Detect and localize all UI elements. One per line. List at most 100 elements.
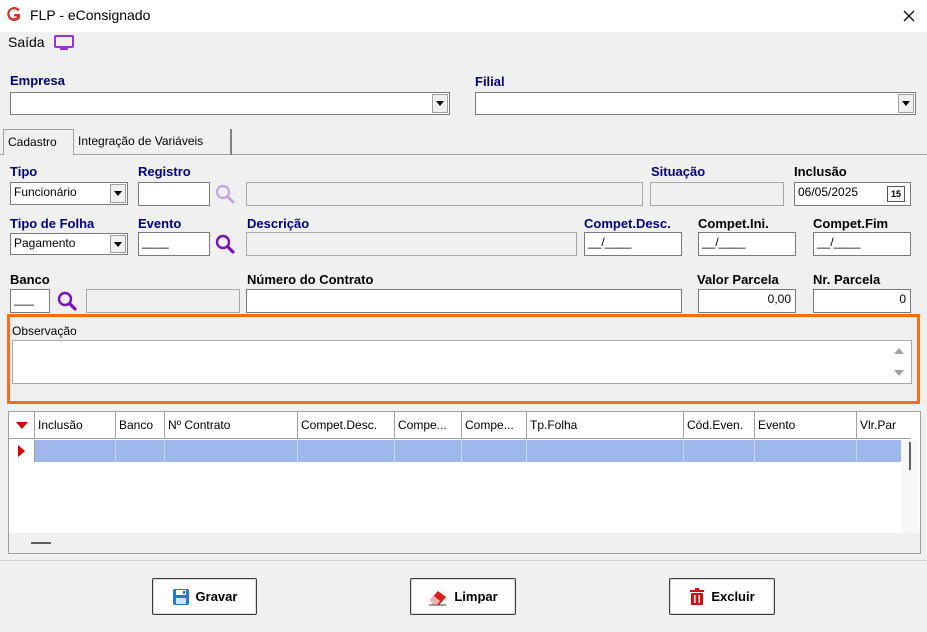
limpar-label: Limpar	[454, 589, 498, 604]
excluir-button[interactable]: Excluir	[669, 578, 775, 615]
chevron-down-icon	[436, 101, 444, 106]
chevron-down-icon	[114, 191, 122, 196]
inclusao-label: Inclusão	[794, 164, 847, 179]
tab-integracao-variaveis[interactable]: Integração de Variáveis	[74, 129, 232, 155]
observacao-label: Observação	[12, 324, 77, 338]
search-icon[interactable]	[214, 183, 236, 205]
registro-description	[246, 182, 643, 206]
compet-fim-input[interactable]: __/____	[813, 232, 911, 256]
row-pointer-icon	[18, 445, 25, 457]
close-icon	[903, 10, 914, 22]
window-title: FLP - eConsignado	[30, 7, 151, 23]
search-icon[interactable]	[214, 233, 236, 255]
grid-col-tp-folha[interactable]: Tp.Folha	[527, 412, 684, 438]
tipo-label: Tipo	[10, 164, 38, 179]
grid-hscroll-thumb[interactable]	[31, 542, 51, 544]
tab-cadastro[interactable]: Cadastro	[3, 129, 74, 155]
grid-col-compet-desc[interactable]: Compet.Desc.	[298, 412, 395, 438]
banco-description	[86, 289, 240, 313]
nr-parcela-input[interactable]: 0	[813, 289, 911, 313]
table-row[interactable]	[9, 440, 901, 462]
save-icon	[172, 588, 189, 605]
numero-contrato-label: Número do Contrato	[247, 272, 374, 287]
observacao-scrollbar[interactable]	[888, 341, 910, 383]
empresa-dropdown-arrow[interactable]	[432, 94, 448, 113]
calendar-icon[interactable]: 15	[887, 186, 905, 202]
empresa-label: Empresa	[10, 73, 65, 88]
tipo-dropdown-arrow[interactable]	[110, 184, 126, 203]
tipo-folha-value: Pagamento	[14, 236, 76, 250]
grid-col-compet-fim[interactable]: Compe...	[462, 412, 527, 438]
chevron-down-icon	[902, 101, 910, 106]
registro-input[interactable]	[138, 182, 210, 206]
trash-icon	[690, 587, 705, 605]
gravar-label: Gravar	[195, 589, 238, 604]
table-cell[interactable]	[298, 440, 395, 462]
descricao-field	[246, 232, 577, 256]
scroll-down-icon[interactable]	[893, 369, 905, 377]
grid-vscroll-thumb[interactable]	[909, 442, 911, 470]
compet-desc-input[interactable]: __/____	[584, 232, 682, 256]
table-cell[interactable]	[857, 440, 901, 462]
row-indicator	[9, 440, 35, 462]
filial-label: Filial	[475, 74, 505, 89]
search-icon[interactable]	[56, 290, 78, 312]
footer-separator	[0, 560, 927, 561]
filial-dropdown-arrow[interactable]	[898, 94, 914, 113]
grid-col-compet-ini[interactable]: Compe...	[395, 412, 462, 438]
inclusao-date-value: 06/05/2025	[798, 185, 859, 199]
grid-horizontal-scrollbar[interactable]	[9, 533, 920, 553]
limpar-button[interactable]: Limpar	[410, 578, 516, 615]
excluir-label: Excluir	[711, 589, 755, 604]
compet-ini-input[interactable]: __/____	[698, 232, 796, 256]
app-logo-icon	[7, 7, 20, 21]
observacao-textarea[interactable]	[12, 340, 912, 384]
grid-col-inclusao[interactable]: Inclusão	[35, 412, 116, 438]
grid-col-vlr-parcela[interactable]: Vlr.Par	[857, 412, 911, 438]
descricao-label: Descrição	[247, 216, 310, 231]
numero-contrato-input[interactable]	[246, 289, 682, 313]
grid-col-banco[interactable]: Banco	[116, 412, 165, 438]
grid-header: Inclusão Banco Nº Contrato Compet.Desc. …	[9, 412, 911, 439]
tipo-folha-label: Tipo de Folha	[10, 216, 95, 231]
menu-saida[interactable]: Saída	[8, 34, 45, 50]
tipo-folha-select[interactable]: Pagamento	[10, 233, 128, 255]
valor-parcela-label: Valor Parcela	[697, 272, 779, 287]
grid-col-numero-contrato[interactable]: Nº Contrato	[165, 412, 298, 438]
table-cell[interactable]	[684, 440, 755, 462]
table-cell[interactable]	[35, 440, 116, 462]
compet-desc-label: Compet.Desc.	[584, 216, 671, 231]
valor-parcela-input[interactable]: 0,00	[698, 289, 796, 313]
compet-fim-label: Compet.Fim	[813, 216, 889, 231]
grid-col-evento[interactable]: Evento	[755, 412, 857, 438]
table-cell[interactable]	[755, 440, 857, 462]
filial-select[interactable]	[475, 92, 916, 115]
tipo-folha-dropdown-arrow[interactable]	[110, 235, 126, 253]
grid-menu-icon[interactable]	[9, 412, 35, 438]
banco-input[interactable]: ___	[10, 289, 50, 313]
table-cell[interactable]	[165, 440, 298, 462]
grid-vertical-scrollbar[interactable]	[901, 440, 919, 533]
table-cell[interactable]	[462, 440, 527, 462]
table-cell[interactable]	[527, 440, 684, 462]
close-button[interactable]	[890, 0, 927, 32]
registro-label: Registro	[138, 164, 191, 179]
compet-ini-label: Compet.Ini.	[698, 216, 769, 231]
tipo-select[interactable]: Funcionário	[10, 182, 128, 205]
grid-col-cod-evento[interactable]: Cód.Even.	[684, 412, 755, 438]
banco-label: Banco	[10, 272, 50, 287]
scroll-up-icon[interactable]	[893, 347, 905, 355]
table-cell[interactable]	[116, 440, 165, 462]
monitor-icon[interactable]	[53, 34, 75, 52]
eraser-icon	[429, 590, 447, 605]
tipo-value: Funcionário	[14, 185, 77, 199]
evento-label: Evento	[138, 216, 182, 231]
situacao-field	[650, 182, 784, 206]
chevron-down-icon	[114, 241, 122, 247]
empresa-select[interactable]	[10, 92, 450, 115]
situacao-label: Situação	[651, 164, 706, 179]
table-cell[interactable]	[395, 440, 462, 462]
gravar-button[interactable]: Gravar	[152, 578, 257, 615]
nr-parcela-label: Nr. Parcela	[813, 272, 881, 287]
evento-input[interactable]: ____	[138, 232, 210, 256]
